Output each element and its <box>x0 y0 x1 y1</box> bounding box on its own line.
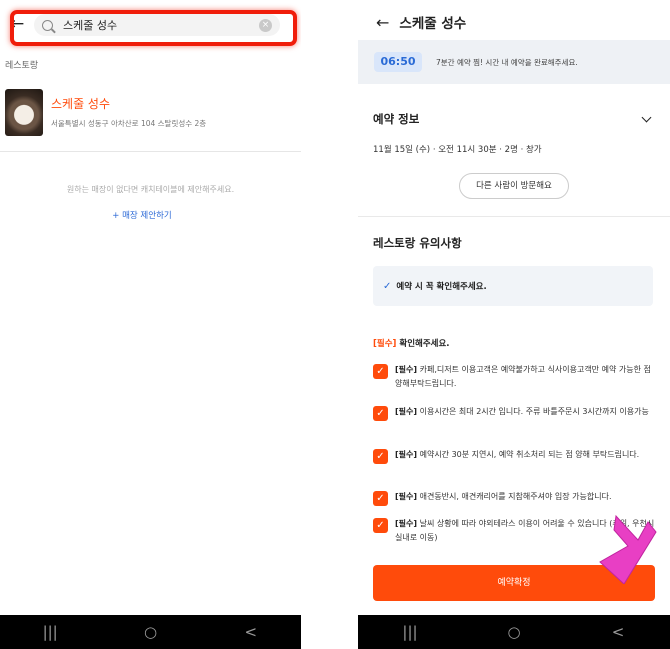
required-check-item[interactable]: ✓ [필수] 예약시간 30분 지연시, 예약 취소처리 되는 점 양해 부탁드… <box>373 448 658 464</box>
home-button[interactable]: ○ <box>130 623 170 641</box>
restaurant-name: 스케줄 성수 <box>51 97 111 111</box>
home-button[interactable]: ○ <box>494 623 534 641</box>
item-tag: [필수] <box>395 492 418 501</box>
item-tag: [필수] <box>395 450 418 459</box>
item-tag: [필수] <box>395 519 418 528</box>
pointer-arrow-icon <box>599 514 657 584</box>
required-check-item[interactable]: ✓ [필수] 카페,디저트 이용고객은 예약불가하고 식사이용고객만 예약 가능… <box>373 363 658 391</box>
item-text: 이용시간은 최대 2시간 입니다. 주류 바틀주문시 3시간까지 이용가능 <box>419 407 649 416</box>
checkbox-checked-icon[interactable]: ✓ <box>373 491 388 506</box>
empty-message: 원하는 매장이 없다면 캐치테이블에 제안해주세요. <box>66 185 235 194</box>
left-screen: ← 스케줄 성수 × 레스토랑 스케줄 성수 서울특별시 성동구 아차산로 10… <box>0 0 301 649</box>
divider <box>0 151 301 152</box>
reservation-info-title: 예약 정보 <box>373 112 420 126</box>
reservation-details: 11월 15일 (수) · 오전 11시 30분 · 2명 · 창가 <box>373 145 542 155</box>
search-input[interactable]: 스케줄 성수 × <box>34 14 280 36</box>
restaurant-result[interactable]: 스케줄 성수 서울특별시 성동구 아차산로 104 스탈릿성수 2층 <box>5 88 295 136</box>
notices-title: 레스토랑 유의사항 <box>373 236 462 250</box>
chevron-down-icon[interactable] <box>641 112 652 123</box>
restaurant-address: 서울특별시 성동구 아차산로 104 스탈릿성수 2층 <box>51 119 207 128</box>
checkbox-checked-icon[interactable]: ✓ <box>373 406 388 421</box>
item-text: 카페,디저트 이용고객은 예약불가하고 식사이용고객만 예약 가능한 점 양해부… <box>395 365 651 388</box>
restaurant-thumbnail <box>5 88 43 136</box>
item-tag: [필수] <box>395 407 418 416</box>
timer-message: 7분간 예약 찜! 시간 내 예약을 완료해주세요. <box>436 57 578 67</box>
system-nav-bar: ||| ○ < <box>0 615 301 649</box>
clear-icon[interactable]: × <box>259 18 272 32</box>
notice-text: 예약 시 꼭 확인해주세요. <box>396 282 487 292</box>
countdown-timer: 06:50 <box>374 52 422 72</box>
timer-banner: 06:50 7분간 예약 찜! 시간 내 예약을 완료해주세요. <box>358 40 670 84</box>
other-visitor-button[interactable]: 다른 사람이 방문해요 <box>459 173 569 199</box>
search-icon <box>42 19 53 31</box>
divider <box>358 216 670 217</box>
nav-back-button[interactable]: < <box>598 623 638 641</box>
notice-banner: ✓ 예약 시 꼭 확인해주세요. <box>373 266 653 306</box>
section-label: 레스토랑 <box>5 61 39 71</box>
item-tag: [필수] <box>395 365 418 374</box>
required-heading-text: 확인해주세요. <box>399 339 450 349</box>
back-arrow-icon[interactable]: ← <box>376 13 389 32</box>
right-screen: ← 스케줄 성수 06:50 7분간 예약 찜! 시간 내 예약을 완료해주세요… <box>358 0 670 649</box>
required-check-item[interactable]: ✓ [필수] 애견동반시, 애견캐리어를 지참해주셔야 입장 가능합니다. <box>373 490 658 506</box>
item-text: 애견동반시, 애견캐리어를 지참해주셔야 입장 가능합니다. <box>419 492 612 501</box>
required-heading: [필수] 확인해주세요. <box>373 337 450 349</box>
system-nav-bar: ||| ○ < <box>358 615 670 649</box>
checkbox-checked-icon[interactable]: ✓ <box>373 364 388 379</box>
required-tag: [필수] <box>373 339 397 349</box>
nav-back-button[interactable]: < <box>231 623 271 641</box>
search-value[interactable]: 스케줄 성수 <box>63 17 259 33</box>
page-title: 스케줄 성수 <box>399 16 467 32</box>
check-icon: ✓ <box>383 280 392 292</box>
checkbox-checked-icon[interactable]: ✓ <box>373 449 388 464</box>
recent-apps-button[interactable]: ||| <box>30 623 70 641</box>
recent-apps-button[interactable]: ||| <box>390 623 430 641</box>
checkbox-checked-icon[interactable]: ✓ <box>373 518 388 533</box>
required-check-item[interactable]: ✓ [필수] 이용시간은 최대 2시간 입니다. 주류 바틀주문시 3시간까지 … <box>373 405 658 421</box>
header: ← 스케줄 성수 <box>376 12 467 33</box>
item-text: 예약시간 30분 지연시, 예약 취소처리 되는 점 양해 부탁드립니다. <box>419 450 640 459</box>
suggest-store-link[interactable]: + 매장 제안하기 <box>0 209 284 221</box>
